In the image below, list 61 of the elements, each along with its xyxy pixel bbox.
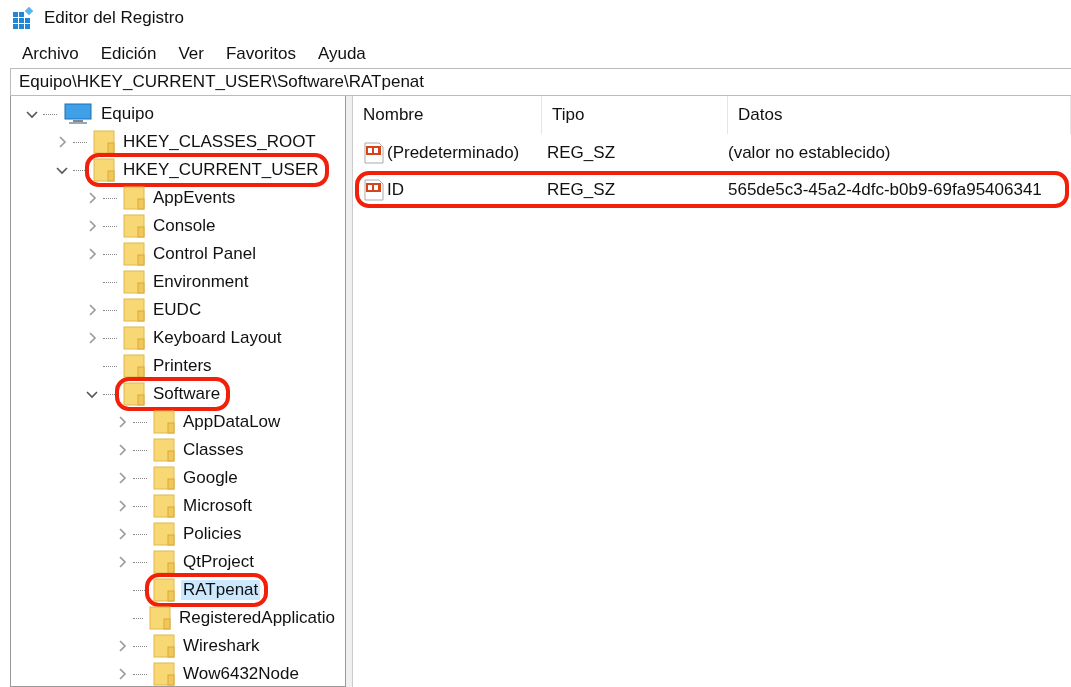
table-cell: (valor no establecido) <box>728 142 891 163</box>
table-cell: 565de5c3-45a2-4dfc-b0b9-69fa95406341 <box>728 179 1042 200</box>
column-header[interactable]: Nombre <box>353 96 542 134</box>
folder-icon <box>153 466 175 490</box>
folder-icon <box>153 438 175 462</box>
folder-icon <box>123 298 145 322</box>
tree-item[interactable]: Microsoft <box>181 496 254 516</box>
menu-item[interactable]: Archivo <box>20 44 81 64</box>
menu-item[interactable]: Ver <box>176 44 206 64</box>
folder-icon <box>123 270 145 294</box>
folder-icon <box>153 410 175 434</box>
folder-icon <box>153 634 175 658</box>
folder-icon <box>153 578 175 602</box>
tree-item[interactable]: Policies <box>181 524 244 544</box>
tree-item[interactable]: Control Panel <box>151 244 258 264</box>
table-cell: REG_SZ <box>547 142 616 163</box>
column-header[interactable]: Datos <box>728 96 1071 134</box>
tree-item[interactable]: Software <box>151 384 223 404</box>
address-bar[interactable]: Equipo\HKEY_CURRENT_USER\Software\RATpenat <box>10 68 1071 96</box>
folder-icon <box>93 130 115 154</box>
folder-icon <box>153 550 175 574</box>
table-cell: REG_SZ <box>547 179 616 200</box>
tree-item[interactable]: Equipo <box>99 104 156 124</box>
tree-item[interactable]: Classes <box>181 440 246 460</box>
tree-item[interactable]: RATpenat <box>181 580 261 600</box>
folder-icon <box>123 326 145 350</box>
tree-item[interactable]: AppDataLow <box>181 412 283 432</box>
string-value-icon <box>363 141 385 164</box>
tree-item[interactable]: Wow6432Node <box>181 664 301 684</box>
tree-item[interactable]: HKEY_CURRENT_USER <box>121 160 321 180</box>
tree-item[interactable]: Keyboard Layout <box>151 328 284 348</box>
tree-item[interactable]: Printers <box>151 356 214 376</box>
column-header[interactable]: Tipo <box>542 96 728 134</box>
tree-item[interactable]: RegisteredApplicatio <box>177 608 337 628</box>
table-cell: (Predeterminado) <box>387 142 520 163</box>
folder-icon <box>149 606 172 630</box>
folder-icon <box>153 494 175 518</box>
menu-item[interactable]: Edición <box>98 44 159 64</box>
tree-item[interactable]: AppEvents <box>151 188 238 208</box>
folder-icon <box>123 354 145 378</box>
folder-icon <box>93 158 115 182</box>
tree-item[interactable]: HKEY_CLASSES_ROOT <box>121 132 318 152</box>
folder-icon <box>153 662 175 686</box>
folder-icon <box>123 186 145 210</box>
table-cell: ID <box>387 179 404 200</box>
string-value-icon <box>363 178 385 201</box>
tree-item[interactable]: Console <box>151 216 218 236</box>
tree-item[interactable]: EUDC <box>151 300 204 320</box>
folder-icon <box>153 522 175 546</box>
tree-item[interactable]: Environment <box>151 272 251 292</box>
folder-icon <box>123 214 145 238</box>
registry-editor-icon <box>12 7 34 29</box>
window-title: Editor del Registro <box>44 8 184 28</box>
tree-item[interactable]: Wireshark <box>181 636 262 656</box>
tree-item[interactable]: Google <box>181 468 240 488</box>
folder-icon <box>123 382 145 406</box>
folder-icon <box>123 242 145 266</box>
tree-item[interactable]: QtProject <box>181 552 256 572</box>
computer-icon <box>63 103 93 125</box>
menu-item[interactable]: Favoritos <box>224 44 298 64</box>
menu-item[interactable]: Ayuda <box>315 44 368 64</box>
